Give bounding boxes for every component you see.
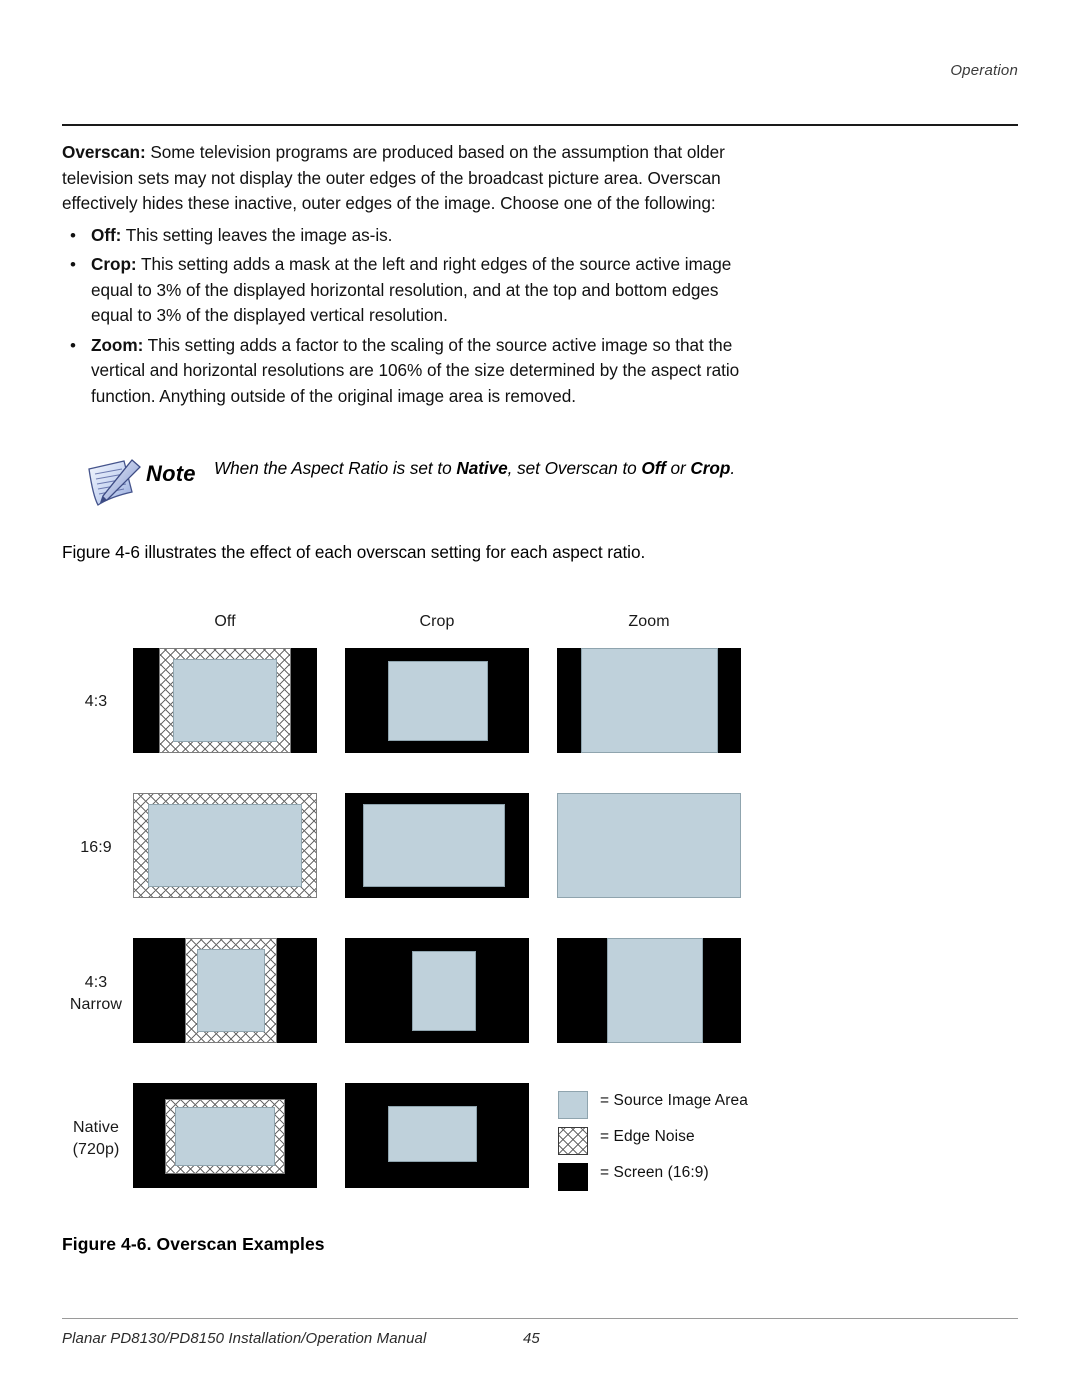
legend-swatch-edge-noise-icon (558, 1127, 588, 1155)
legend-label-screen: = Screen (16:9) (600, 1164, 709, 1181)
legend-label-source: = Source Image Area (600, 1092, 748, 1109)
panel-16-9-zoom (557, 793, 741, 898)
figure-row-label-4-3-narrow-line2: Narrow (69, 996, 123, 1013)
figure-row-label-native: Native (720p) (50, 1117, 142, 1161)
figure-row-label-4-3-narrow: 4:3 Narrow (50, 972, 142, 1016)
source-image-area (412, 951, 476, 1031)
footer-rule (62, 1318, 1018, 1319)
source-image-area (175, 1107, 275, 1166)
legend-swatch-screen-icon (558, 1163, 588, 1191)
figure-row-label-native-line2: (720p) (72, 1141, 120, 1158)
panel-16-9-off (133, 793, 317, 898)
figure-overscan-examples: Off Crop Zoom 4:3 16:9 4:3 Narrow Native… (0, 0, 1080, 1397)
source-image-area (148, 804, 302, 887)
figure-row-label-4-3-narrow-line1: 4:3 (84, 974, 108, 991)
figure-column-header-zoom: Zoom (628, 613, 670, 630)
panel-4-3-off (133, 648, 317, 753)
panel-4-3-crop (345, 648, 529, 753)
legend-item-source: = Source Image Area (558, 1089, 788, 1125)
panel-4-3-narrow-crop (345, 938, 529, 1043)
figure-row-label-native-line1: Native (73, 1119, 119, 1136)
panel-4-3-narrow-zoom (557, 938, 741, 1043)
figure-column-header-off: Off (214, 613, 236, 630)
source-image-area (388, 661, 488, 741)
legend-item-edge-noise: = Edge Noise (558, 1125, 788, 1161)
panel-native-off (133, 1083, 317, 1188)
footer-manual-title: Planar PD8130/PD8150 Installation/Operat… (62, 1330, 427, 1347)
figure-legend: = Source Image Area = Edge Noise = Scree… (558, 1089, 788, 1197)
source-image-area (197, 949, 265, 1032)
figure-column-header-crop: Crop (419, 613, 455, 630)
source-image-area (388, 1106, 477, 1162)
source-image-area (607, 938, 703, 1043)
figure-caption: Figure 4-6. Overscan Examples (62, 1234, 325, 1254)
source-image-area (173, 659, 277, 742)
source-image-area (363, 804, 505, 887)
figure-row-label-16-9: 16:9 (80, 839, 112, 856)
panel-4-3-zoom (557, 648, 741, 753)
source-image-area (557, 793, 741, 898)
panel-4-3-narrow-off (133, 938, 317, 1043)
footer-page-number: 45 (523, 1330, 540, 1347)
legend-swatch-source-icon (558, 1091, 588, 1119)
legend-label-edge-noise: = Edge Noise (600, 1128, 695, 1145)
source-image-area (581, 648, 718, 753)
figure-row-label-4-3: 4:3 (84, 693, 108, 710)
panel-16-9-crop (345, 793, 529, 898)
legend-item-screen: = Screen (16:9) (558, 1161, 788, 1197)
panel-native-crop (345, 1083, 529, 1188)
document-page: Operation Overscan: Some television prog… (0, 0, 1080, 1397)
